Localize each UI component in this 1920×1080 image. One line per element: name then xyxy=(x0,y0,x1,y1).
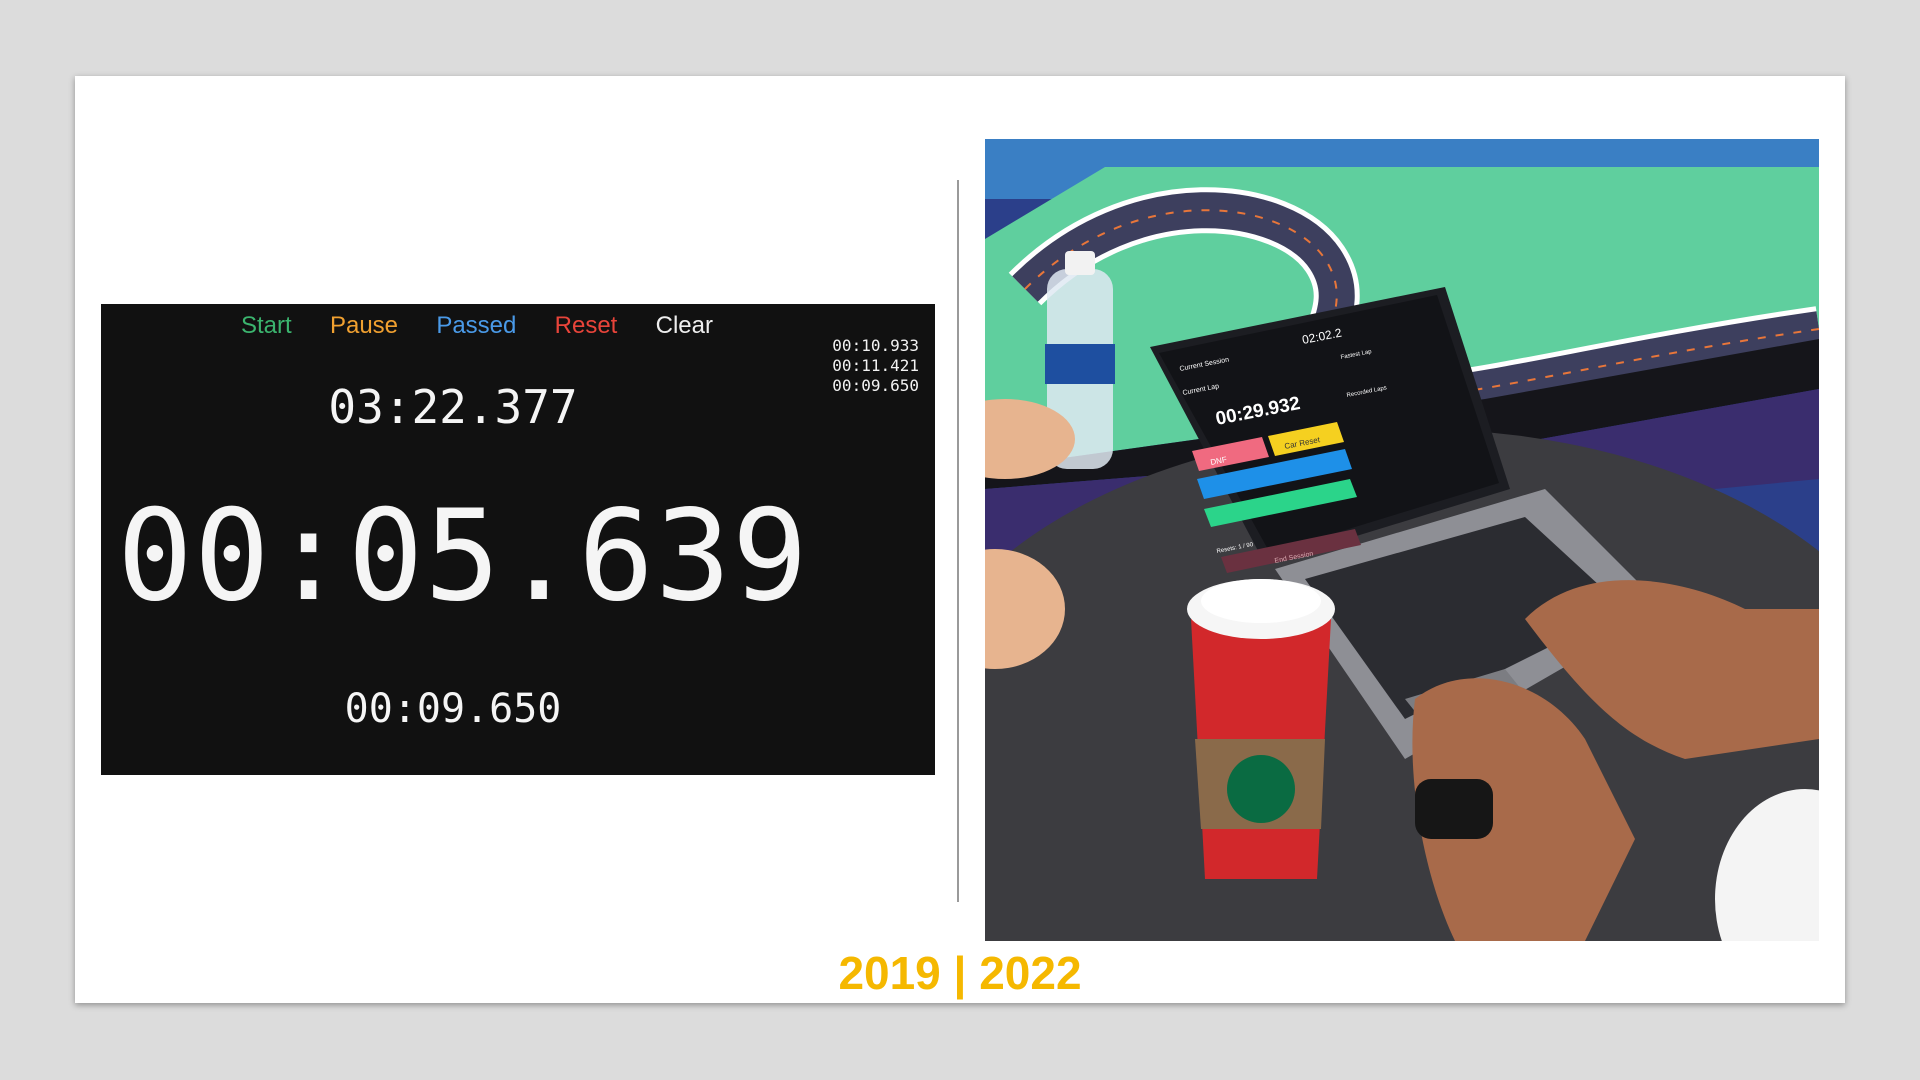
passed-button[interactable]: Passed xyxy=(432,310,520,342)
stopwatch-controls: Start Pause Passed Reset Clear xyxy=(237,310,717,342)
pause-button[interactable]: Pause xyxy=(326,310,402,342)
start-button[interactable]: Start xyxy=(237,310,296,342)
years-label: 2019 | 2022 xyxy=(838,947,1082,999)
lap-entry: 00:11.421 xyxy=(832,356,919,375)
total-time: 03:22.377 xyxy=(328,380,578,434)
slide: Start Pause Passed Reset Clear 00:10.933… xyxy=(75,76,1845,1003)
reset-button[interactable]: Reset xyxy=(551,310,622,342)
current-time: 00:05.639 xyxy=(117,482,809,629)
clear-button[interactable]: Clear xyxy=(652,310,717,342)
divider xyxy=(957,180,959,902)
recent-laps-list: 00:10.933 00:11.421 00:09.650 xyxy=(832,336,919,396)
coffee-cup xyxy=(1187,579,1335,879)
last-lap-time: 00:09.650 xyxy=(344,686,562,732)
stopwatch-screen: Start Pause Passed Reset Clear 00:10.933… xyxy=(101,304,935,775)
lap-entry: 00:10.933 xyxy=(832,336,919,355)
event-photo: 02:02.2 Current Session Current Lap 00:2… xyxy=(985,139,1819,941)
lap-entry: 00:09.650 xyxy=(832,376,919,395)
